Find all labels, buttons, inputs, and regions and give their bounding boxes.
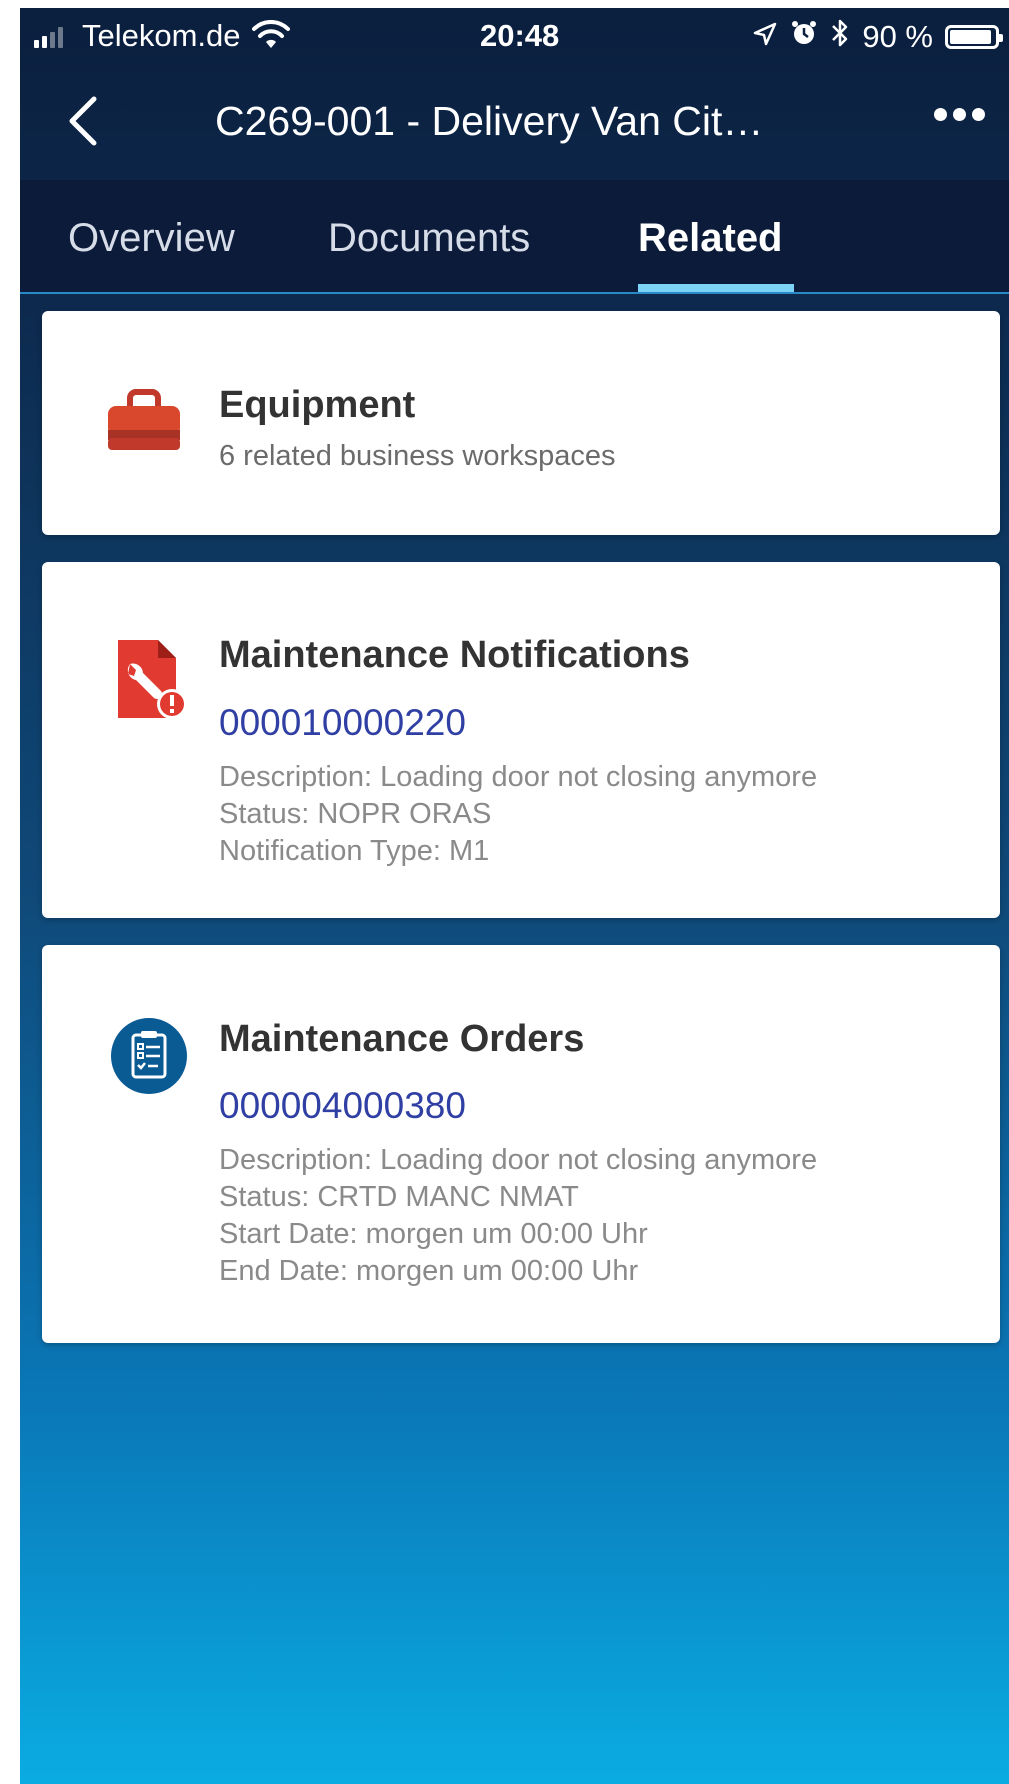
maintenance-orders-card[interactable]: Maintenance Orders 000004000380 Descript… bbox=[42, 945, 1000, 1343]
equipment-card[interactable]: Equipment 6 related business workspaces bbox=[42, 311, 1000, 535]
tab-related[interactable]: Related bbox=[638, 216, 783, 261]
equipment-title: Equipment bbox=[219, 384, 416, 426]
tab-overview[interactable]: Overview bbox=[68, 216, 235, 261]
order-end-date: End Date: morgen um 00:00 Uhr bbox=[219, 1255, 639, 1287]
toolbox-icon bbox=[108, 389, 180, 450]
order-start-date: Start Date: morgen um 00:00 Uhr bbox=[219, 1218, 648, 1250]
battery-icon bbox=[945, 25, 1003, 49]
maintenance-notifications-card[interactable]: Maintenance Notifications 000010000220 D… bbox=[42, 562, 1000, 918]
alarm-icon bbox=[790, 19, 818, 55]
page-title: C269-001 - Delivery Van Cit… bbox=[215, 98, 764, 144]
status-bar: Telekom.de 20:48 90 % bbox=[20, 8, 1009, 64]
location-arrow-icon bbox=[752, 19, 778, 55]
navigation-bar: C269-001 - Delivery Van Cit… bbox=[20, 64, 1009, 180]
chevron-left-icon bbox=[69, 96, 97, 146]
clipboard-checklist-icon bbox=[111, 1018, 187, 1094]
wifi-icon bbox=[252, 19, 290, 58]
order-status: Status: CRTD MANC NMAT bbox=[219, 1181, 579, 1213]
tab-documents[interactable]: Documents bbox=[328, 216, 530, 261]
wrench-alert-icon bbox=[118, 640, 187, 719]
equipment-subtitle: 6 related business workspaces bbox=[219, 440, 616, 472]
signal-icon bbox=[34, 26, 63, 48]
app-screen: Telekom.de 20:48 90 % C269-001 - Deliver… bbox=[20, 8, 1009, 1784]
back-button[interactable] bbox=[58, 86, 108, 156]
notification-type: Notification Type: M1 bbox=[219, 835, 490, 867]
bluetooth-icon bbox=[830, 18, 850, 56]
order-description: Description: Loading door not closing an… bbox=[219, 1144, 818, 1176]
more-icon bbox=[934, 108, 947, 121]
carrier-label: Telekom.de bbox=[82, 18, 241, 53]
notifications-title: Maintenance Notifications bbox=[219, 634, 690, 676]
active-tab-indicator bbox=[638, 284, 794, 292]
notification-status: Status: NOPR ORAS bbox=[219, 798, 492, 830]
battery-percent: 90 % bbox=[862, 19, 933, 54]
status-time: 20:48 bbox=[480, 18, 560, 53]
notification-description: Description: Loading door not closing an… bbox=[219, 761, 818, 793]
orders-title: Maintenance Orders bbox=[219, 1018, 585, 1060]
notification-number-link[interactable]: 000010000220 bbox=[219, 702, 466, 744]
order-number-link[interactable]: 000004000380 bbox=[219, 1085, 466, 1127]
more-button[interactable] bbox=[934, 108, 985, 121]
tab-bar: Overview Documents Related bbox=[20, 180, 1009, 294]
battery-fill bbox=[950, 30, 992, 44]
